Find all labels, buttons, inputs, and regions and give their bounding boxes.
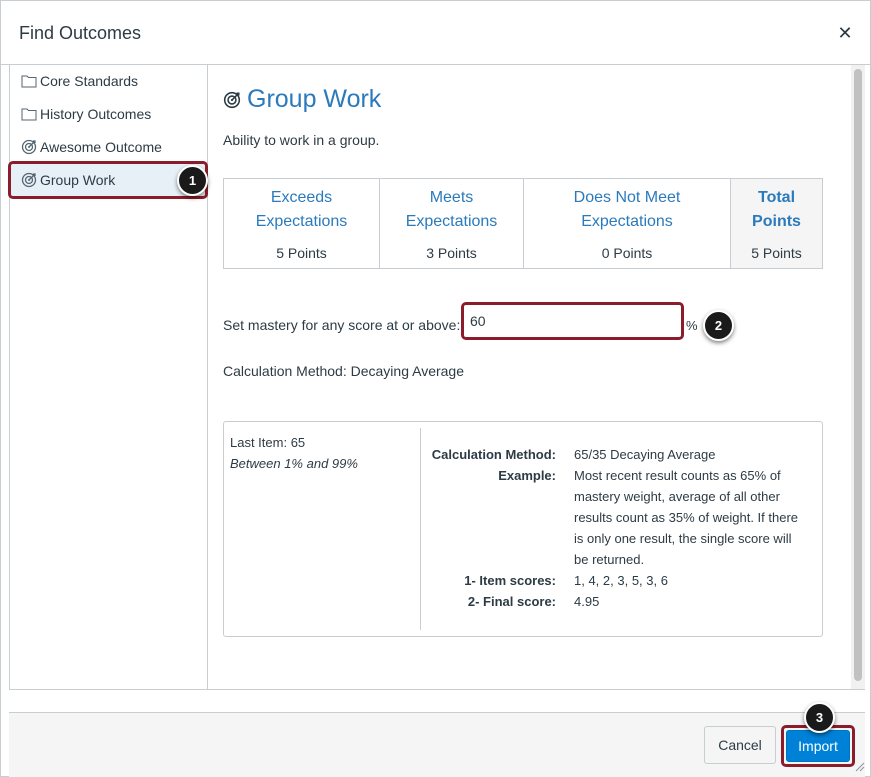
rubric-table: Exceeds Expectations 5 Points Meets Expe… [223, 178, 823, 269]
sidebar-item-label: Core Standards [40, 73, 139, 89]
sidebar-item-label: Awesome Outcome [40, 139, 162, 155]
rubric-cell-does-not-meet: Does Not Meet Expectations 0 Points [524, 179, 731, 268]
calc-row: Example: Most recent result counts as 65… [498, 468, 799, 567]
folder-icon [20, 105, 38, 123]
sidebar-item-awesome-outcome[interactable]: Awesome Outcome [10, 131, 207, 163]
mastery-unit: % [686, 318, 698, 333]
find-outcomes-dialog: Find Outcomes ✕ Core Standards History O… [0, 0, 871, 777]
calc-row: 1- Item scores: 1, 4, 2, 3, 5, 3, 6 [464, 573, 668, 588]
mastery-input[interactable] [461, 302, 684, 340]
content-scrollbar[interactable] [851, 65, 865, 689]
callout-badge-2: 2 [703, 310, 734, 341]
cancel-button[interactable]: Cancel [704, 726, 776, 764]
outcome-sidebar: Core Standards History Outcomes Awesome … [9, 65, 208, 689]
sidebar-item-core-standards[interactable]: Core Standards [10, 65, 207, 97]
divider [9, 689, 865, 690]
rubric-total-points: 5 Points [751, 245, 802, 261]
resize-handle-icon[interactable] [853, 759, 865, 772]
rubric-rating-points: 0 Points [601, 245, 653, 261]
calculation-details-box: Last Item: 65 Between 1% and 99% Calcula… [223, 421, 823, 637]
calculation-method-label: Calculation Method: Decaying Average [223, 363, 465, 379]
outcome-target-icon [20, 138, 38, 156]
calc-last-item: Last Item: 65 Between 1% and 99% [230, 432, 358, 474]
outcome-heading: Group Work [223, 85, 381, 114]
callout-badge-3: 3 [804, 702, 835, 733]
outcome-target-icon [223, 91, 241, 109]
dialog-title: Find Outcomes [19, 23, 142, 43]
sidebar-item-label: History Outcomes [40, 106, 152, 122]
rubric-rating-label: Does Not Meet Expectations [573, 189, 681, 230]
folder-icon [20, 72, 38, 90]
rubric-cell-meets: Meets Expectations 3 Points [380, 179, 524, 268]
calc-row: Calculation Method: 65/35 Decaying Avera… [431, 447, 716, 462]
import-button[interactable]: Import [786, 730, 850, 762]
rubric-rating-label: Exceeds Expectations [255, 189, 348, 230]
close-icon[interactable]: ✕ [837, 24, 853, 42]
rubric-rating-points: 3 Points [426, 245, 477, 261]
rubric-cell-total: Total Points 5 Points [731, 179, 822, 268]
dialog-titlebar: Find Outcomes ✕ [1, 1, 870, 65]
calc-explanation: Calculation Method: 65/35 Decaying Avera… [424, 444, 824, 612]
last-item-range: Between 1% and 99% [230, 456, 358, 471]
outcome-description: Ability to work in a group. [223, 132, 380, 148]
rubric-total-label: Total Points [752, 189, 801, 230]
rubric-rating-points: 5 Points [276, 245, 327, 261]
rubric-rating-label: Meets Expectations [405, 189, 498, 230]
outcome-detail-panel: Group Work Ability to work in a group. E… [209, 65, 851, 689]
last-item-value: Last Item: 65 [230, 435, 306, 450]
scrollbar-thumb[interactable] [854, 69, 862, 681]
rubric-cell-exceeds: Exceeds Expectations 5 Points [224, 179, 380, 268]
calc-row: 2- Final score: 4.95 [467, 594, 600, 609]
outcome-title: Group Work [247, 85, 382, 113]
callout-badge-1: 1 [177, 165, 208, 196]
sidebar-item-history-outcomes[interactable]: History Outcomes [10, 98, 207, 130]
calc-divider [420, 428, 421, 630]
mastery-label: Set mastery for any score at or above: [223, 317, 461, 333]
